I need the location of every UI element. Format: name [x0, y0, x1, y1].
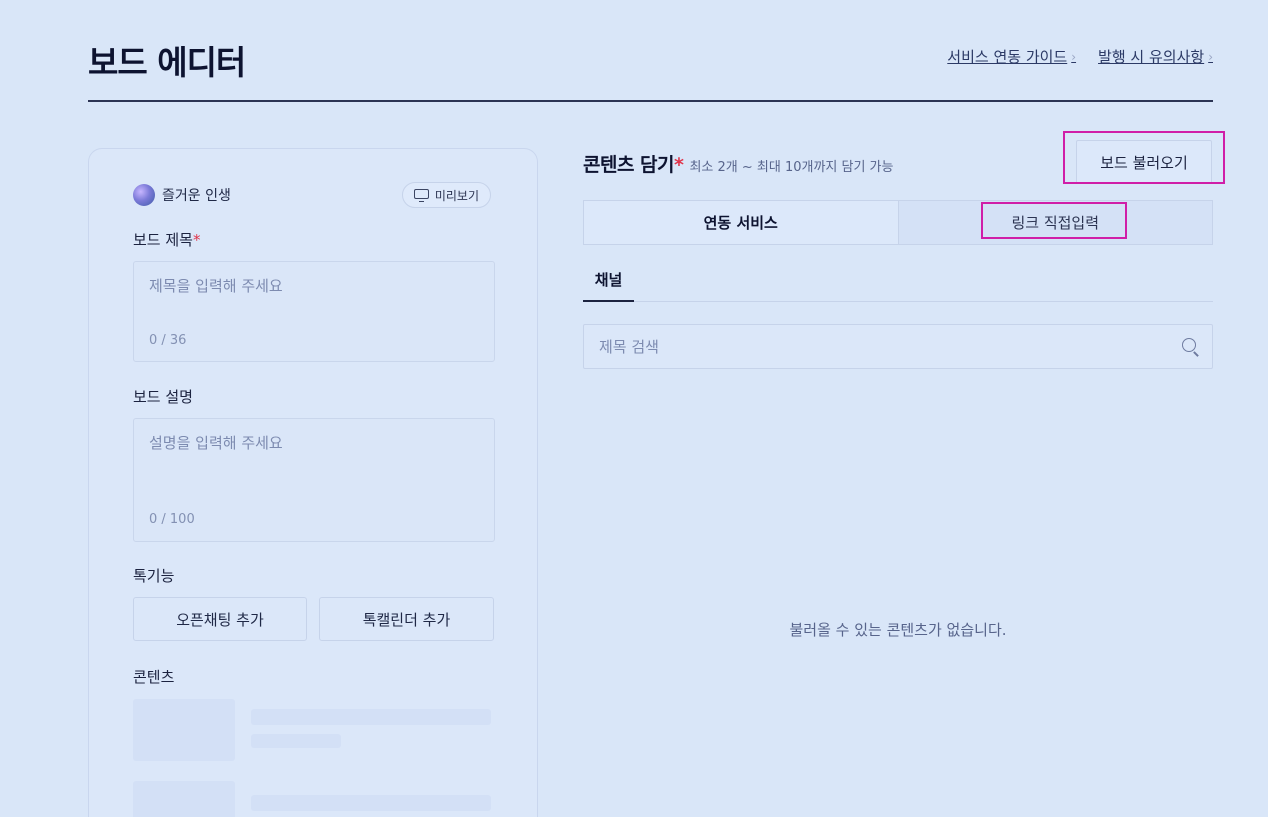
- search-input[interactable]: [599, 325, 1159, 368]
- header-divider: [88, 100, 1213, 102]
- contents-label: 콘텐츠: [133, 668, 175, 686]
- chevron-right-icon: ›: [1071, 49, 1077, 64]
- chevron-right-icon: ›: [1208, 49, 1213, 64]
- content-section-title: 콘텐츠 담기* 최소 2개 ~ 최대 10개까지 담기 가능: [583, 150, 893, 177]
- board-title-char-count: 0 / 36: [149, 333, 187, 348]
- load-board-button[interactable]: 보드 불러오기: [1076, 140, 1212, 184]
- add-openchat-button[interactable]: 오픈채팅 추가: [133, 597, 307, 641]
- subtab-row: 채널: [583, 258, 1213, 302]
- board-title-label: 보드 제목*: [133, 229, 200, 250]
- board-desc-input[interactable]: 설명을 입력해 주세요 0 / 100: [133, 418, 495, 542]
- monitor-icon: [413, 188, 429, 202]
- profile: 즐거운 인생: [133, 184, 231, 206]
- header-links: 서비스 연동 가이드 › 발행 시 유의사항 ›: [947, 46, 1213, 67]
- subtab-channel[interactable]: 채널: [583, 258, 634, 302]
- required-mark: *: [192, 231, 201, 249]
- empty-state-message: 불러올 수 있는 콘텐츠가 없습니다.: [789, 621, 1007, 639]
- tab-direct-link[interactable]: 링크 직접입력: [897, 201, 1212, 244]
- publish-notice-label: 발행 시 유의사항: [1098, 48, 1205, 66]
- service-guide-link[interactable]: 서비스 연동 가이드 ›: [947, 46, 1076, 67]
- required-mark: *: [674, 154, 684, 176]
- preview-button[interactable]: 미리보기: [401, 182, 491, 208]
- board-desc-char-count: 0 / 100: [149, 512, 195, 527]
- content-meta-placeholder: [251, 734, 341, 748]
- page-title: 보드 에디터: [88, 43, 246, 82]
- content-thumbnail-placeholder: [133, 699, 235, 761]
- avatar: [133, 184, 155, 206]
- board-desc-label: 보드 설명: [133, 388, 193, 406]
- content-title-text: 콘텐츠 담기*: [583, 154, 684, 176]
- board-form-panel: 즐거운 인생 미리보기 보드 제목* 제목을 입력해 주세요 0 / 36 보드…: [88, 148, 538, 817]
- add-talkcalendar-button[interactable]: 톡캘린더 추가: [319, 597, 494, 641]
- board-title-input[interactable]: 제목을 입력해 주세요 0 / 36: [133, 261, 495, 362]
- content-title-placeholder: [251, 795, 491, 811]
- tab-linked-services[interactable]: 연동 서비스: [584, 201, 898, 244]
- content-source-tabs: 연동 서비스 링크 직접입력: [583, 200, 1213, 245]
- board-title-label-text: 보드 제목: [133, 231, 193, 249]
- preview-label: 미리보기: [434, 188, 479, 203]
- board-desc-placeholder: 설명을 입력해 주세요: [149, 434, 283, 452]
- service-guide-label: 서비스 연동 가이드: [947, 48, 1068, 66]
- board-title-placeholder: 제목을 입력해 주세요: [149, 277, 283, 295]
- content-thumbnail-placeholder: [133, 781, 235, 817]
- talk-feature-label: 톡기능: [133, 567, 175, 585]
- publish-notice-link[interactable]: 발행 시 유의사항 ›: [1098, 46, 1213, 67]
- content-limit-hint: 최소 2개 ~ 최대 10개까지 담기 가능: [689, 160, 894, 175]
- profile-name: 즐거운 인생: [162, 188, 231, 204]
- search-box: [583, 324, 1213, 369]
- content-title-placeholder: [251, 709, 491, 725]
- search-icon[interactable]: [1182, 338, 1200, 357]
- board-editor-page: 보드 에디터 서비스 연동 가이드 › 발행 시 유의사항 › 즐거운 인생 미…: [0, 0, 1268, 817]
